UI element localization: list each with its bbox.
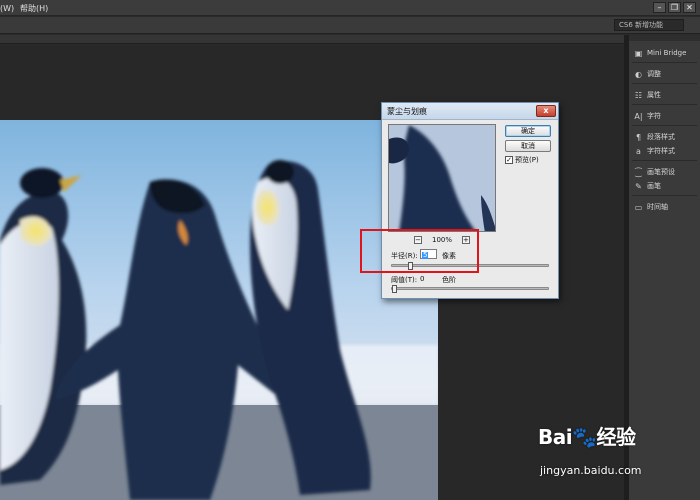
adjustments-icon: ◐ (635, 69, 642, 79)
character-icon: A| (634, 111, 643, 121)
panel-item-mini-bridge[interactable]: ▣ Mini Bridge (634, 47, 687, 59)
menu-bar: 窗口(W) 帮助(H) – ❐ ✕ (0, 0, 700, 16)
dialog-title: 蒙尘与划痕 (387, 107, 427, 116)
panel-item-properties[interactable]: ☷ 属性 (634, 89, 661, 101)
panel-item-brush[interactable]: ✎ 画笔 (634, 180, 661, 192)
panel-item-character-styles[interactable]: a 字符样式 (634, 145, 675, 157)
timeline-icon: ▭ (634, 202, 643, 212)
restore-button[interactable]: ❐ (668, 2, 681, 13)
workspace-switcher[interactable]: CS6 新增功能 (614, 19, 684, 31)
document-tab-strip (0, 35, 628, 44)
close-window-button[interactable]: ✕ (683, 2, 696, 13)
penguin-image (0, 120, 438, 500)
panel-item-timeline[interactable]: ▭ 时间轴 (634, 201, 668, 213)
menu-help[interactable]: 帮助(H) (20, 3, 48, 14)
threshold-slider[interactable] (391, 285, 549, 293)
properties-icon: ☷ (634, 90, 643, 100)
panel-separator (632, 160, 697, 161)
panel-item-brush-presets[interactable]: ⁐ 画笔预设 (634, 166, 675, 178)
watermark-url: jingyan.baidu.com (540, 464, 642, 477)
threshold-value[interactable]: 0 (420, 275, 424, 283)
panel-separator (632, 195, 697, 196)
threshold-unit: 色阶 (442, 276, 456, 284)
watermark-brand: Bai🐾经验 (538, 425, 636, 449)
menu-window[interactable]: 窗口(W) (0, 3, 14, 14)
brush-presets-icon: ⁐ (635, 167, 642, 177)
panel-item-paragraph-styles[interactable]: ¶ 段落样式 (634, 131, 675, 143)
threshold-label: 阈值(T): (391, 276, 418, 284)
red-highlight-box (360, 229, 479, 273)
panel-dock-header[interactable] (629, 35, 700, 41)
mini-bridge-icon: ▣ (634, 48, 643, 58)
panel-separator (632, 83, 697, 84)
dialog-title-bar[interactable]: 蒙尘与划痕 x (382, 103, 558, 120)
cancel-button[interactable]: 取消 (505, 140, 551, 152)
preview-image (389, 125, 495, 231)
options-bar: CS6 新增功能 (0, 17, 700, 34)
preview-label: 预览(P) (515, 156, 539, 164)
filter-preview-window[interactable] (388, 124, 496, 232)
panel-item-character[interactable]: A| 字符 (634, 110, 661, 122)
panel-separator (632, 62, 697, 63)
preview-checkbox-row[interactable]: ✓ 预览(P) (505, 155, 539, 165)
panel-separator (632, 125, 697, 126)
preview-checkbox[interactable]: ✓ (505, 156, 513, 164)
paragraph-styles-icon: ¶ (635, 132, 642, 142)
brush-icon: ✎ (635, 181, 642, 191)
panel-item-adjustments[interactable]: ◐ 调整 (634, 68, 661, 80)
character-styles-icon: a (636, 146, 641, 156)
panel-separator (632, 104, 697, 105)
dialog-close-button[interactable]: x (536, 105, 556, 117)
penguin-photo (0, 120, 438, 500)
threshold-slider-thumb[interactable] (392, 285, 397, 293)
ok-button[interactable]: 确定 (505, 125, 551, 137)
minimize-button[interactable]: – (653, 2, 666, 13)
baidu-jingyan-watermark: Bai🐾经验 jingyan.baidu.com (538, 421, 668, 491)
